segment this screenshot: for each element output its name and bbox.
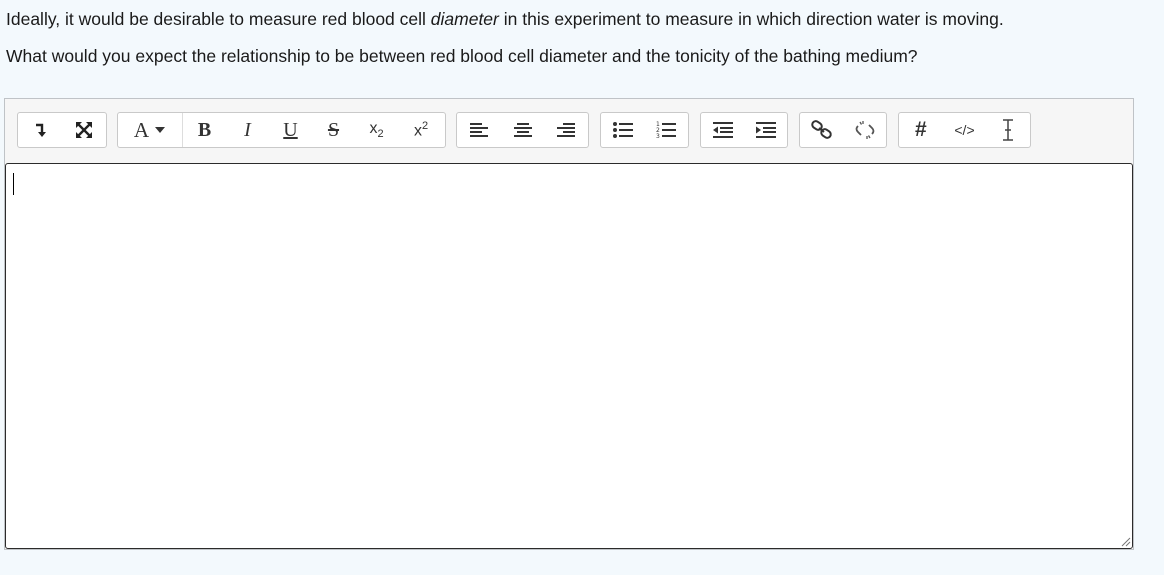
toolbar-group-links: [799, 112, 887, 148]
fullscreen-button[interactable]: [62, 113, 106, 147]
italic-button[interactable]: I: [226, 113, 269, 147]
unlink-button[interactable]: [843, 113, 886, 147]
html-code-button[interactable]: </>: [943, 113, 987, 147]
outdent-icon: [712, 122, 733, 138]
clear-format-button[interactable]: [986, 113, 1030, 147]
align-right-icon: [557, 123, 576, 137]
numbered-list-button[interactable]: 1 2 3: [645, 113, 689, 147]
underline-button[interactable]: U: [269, 113, 312, 147]
numbered-list-icon: 1 2 3: [656, 121, 677, 139]
question-text-line-2: What would you expect the relationship t…: [6, 46, 918, 66]
unlink-icon: [855, 121, 874, 139]
question-text-line-1: Ideally, it would be desirable to measur…: [6, 9, 1004, 29]
toolbar-group-lists: 1 2 3: [600, 112, 689, 148]
caret-down-icon: [155, 127, 166, 133]
answer-textarea[interactable]: [5, 163, 1133, 549]
indent-button[interactable]: [744, 113, 787, 147]
align-center-button[interactable]: [501, 113, 545, 147]
toolbar-group-indent: [700, 112, 788, 148]
text-cursor-icon: [1003, 119, 1014, 141]
font-color-button[interactable]: A: [118, 113, 183, 147]
align-center-icon: [513, 123, 532, 137]
toolbar-group-align: [456, 112, 589, 148]
align-left-icon: [469, 123, 488, 137]
outdent-button[interactable]: [701, 113, 744, 147]
emphasized-word: diameter: [430, 9, 499, 29]
insert-link-button[interactable]: [800, 113, 843, 147]
toolbar-group-view: [17, 112, 107, 148]
align-right-button[interactable]: [544, 113, 588, 147]
strikethrough-button[interactable]: S: [312, 113, 355, 147]
question-panel: Ideally, it would be desirable to measur…: [0, 0, 1164, 575]
toolbar-group-format: A B I U S x2 x2: [117, 112, 446, 148]
indent-icon: [755, 122, 776, 138]
toolbar-group-misc: # </>: [898, 112, 1031, 148]
subscript-button[interactable]: x2: [355, 113, 398, 147]
resize-handle-icon[interactable]: [1119, 535, 1131, 547]
expand-icon: [76, 122, 92, 138]
arrow-down-icon: [36, 123, 46, 137]
align-left-button[interactable]: [457, 113, 501, 147]
svg-text:3: 3: [656, 133, 660, 139]
bold-button[interactable]: B: [183, 113, 226, 147]
bullet-list-icon: [612, 122, 633, 138]
editor-toolbar: A B I U S x2 x2 1 2 3 # </>: [5, 99, 1133, 163]
show-more-button[interactable]: [18, 113, 62, 147]
text-caret: [13, 173, 14, 195]
link-icon: [810, 120, 832, 139]
anchor-button[interactable]: #: [899, 113, 943, 147]
rich-text-editor: A B I U S x2 x2 1 2 3 # </>: [4, 98, 1134, 550]
bullet-list-button[interactable]: [601, 113, 645, 147]
superscript-button[interactable]: x2: [398, 113, 444, 147]
